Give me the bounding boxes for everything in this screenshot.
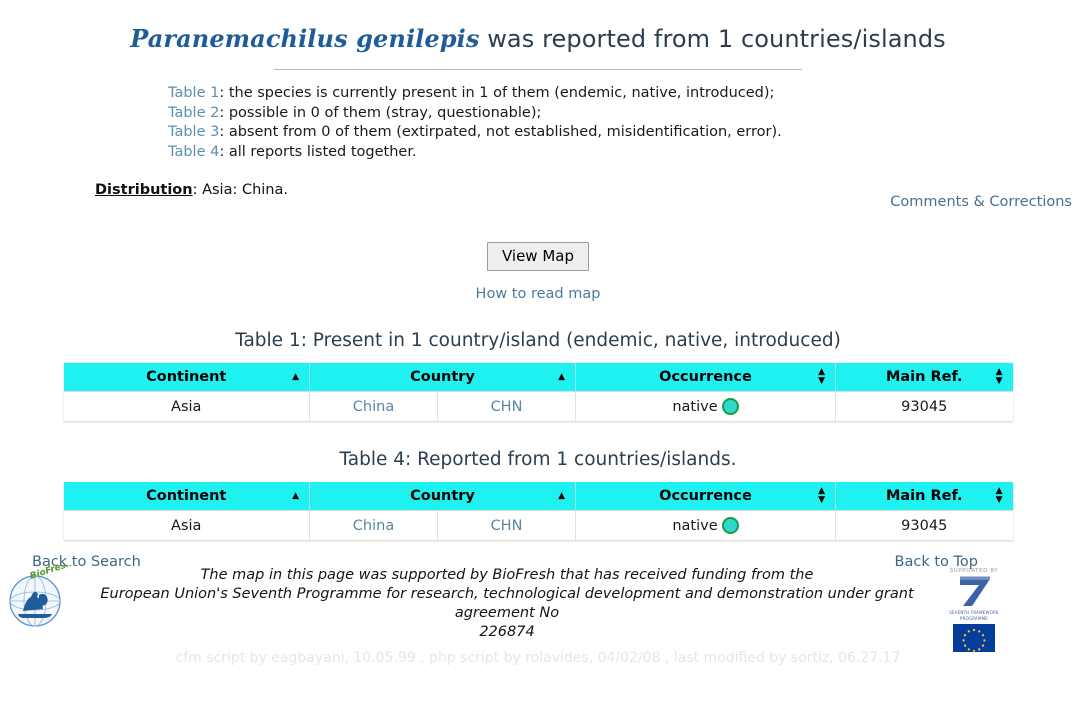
supported-by-logos: SUPPORTED BY SEVENTH FRAMEWORK PROGRAMME xyxy=(938,568,1010,652)
native-circle-icon xyxy=(721,517,739,534)
map-actions: View Map How to read map xyxy=(0,242,1076,302)
table-row: Asia China CHN native 93045 xyxy=(63,391,1013,421)
eu-flag-stars xyxy=(962,628,986,652)
fp7-label-line-1: SEVENTH FRAMEWORK xyxy=(949,610,999,615)
supported-by-label: SUPPORTED BY xyxy=(949,568,999,574)
column-header-continent[interactable]: Continent ▲ xyxy=(63,482,310,511)
cell-occurrence: native xyxy=(575,391,836,421)
species-name: Paranemachilus genilepis xyxy=(130,24,480,53)
fp7-logo-icon xyxy=(960,576,990,606)
legend-text-2: : possible in 0 of them (stray, question… xyxy=(219,104,542,121)
cell-occurrence: native xyxy=(575,510,836,540)
legend-link-table-1[interactable]: Table 1 xyxy=(168,85,219,101)
column-header-main-ref[interactable]: Main Ref. ▲ ▼ xyxy=(835,482,1013,511)
cell-country-code[interactable]: CHN xyxy=(438,511,575,540)
cell-continent: Asia xyxy=(63,391,310,421)
title-divider xyxy=(274,69,802,70)
funding-statement: The map in this page was supported by Bi… xyxy=(62,566,952,642)
table-1-wrapper: Continent ▲ Country ▲ Occurrence ▲ ▼ Mai… xyxy=(63,363,1013,421)
table-legend: Table 1: the species is currently presen… xyxy=(168,84,1076,162)
legend-link-table-2[interactable]: Table 2 xyxy=(168,105,219,121)
column-header-occurrence[interactable]: Occurrence ▲ ▼ xyxy=(575,363,836,392)
legend-line-1: Table 1: the species is currently presen… xyxy=(168,84,1076,104)
legend-line-3: Table 3: absent from 0 of them (extirpat… xyxy=(168,123,1076,143)
eu-flag-icon xyxy=(953,624,995,652)
cell-main-ref[interactable]: 93045 xyxy=(835,391,1013,421)
table-1-caption: Table 1: Present in 1 country/island (en… xyxy=(235,330,841,351)
sort-asc-icon[interactable]: ▲ xyxy=(558,372,565,382)
sort-asc-icon[interactable]: ▲ xyxy=(292,491,299,501)
cell-country-group: China CHN xyxy=(309,391,576,421)
column-header-continent[interactable]: Continent ▲ xyxy=(63,363,310,392)
column-label-country: Country xyxy=(410,488,475,504)
funding-line-2: European Union's Seventh Programme for r… xyxy=(100,586,914,621)
occurrence-label: native xyxy=(672,517,718,534)
native-circle-icon xyxy=(721,398,739,415)
column-label-continent: Continent xyxy=(146,488,227,504)
legend-link-table-3[interactable]: Table 3 xyxy=(168,124,219,140)
script-credits: cfm script by eagbayani, 10.05.99 , php … xyxy=(175,650,901,666)
sort-both-icon[interactable]: ▲ ▼ xyxy=(996,487,1003,505)
fp7-label-line-2: PROGRAMME xyxy=(959,616,989,621)
occurrence-table-4: Continent ▲ Country ▲ Occurrence ▲ ▼ Mai… xyxy=(63,482,1013,540)
column-label-occurrence: Occurrence xyxy=(659,369,752,385)
column-header-country[interactable]: Country ▲ xyxy=(309,363,576,392)
occurrence-table-1: Continent ▲ Country ▲ Occurrence ▲ ▼ Mai… xyxy=(63,363,1013,421)
cell-country-code[interactable]: CHN xyxy=(438,392,575,421)
sort-both-icon[interactable]: ▲ ▼ xyxy=(818,487,825,505)
legend-line-2: Table 2: possible in 0 of them (stray, q… xyxy=(168,104,1076,124)
column-label-country: Country xyxy=(410,369,475,385)
column-header-country[interactable]: Country ▲ xyxy=(309,482,576,511)
distribution-label: Distribution xyxy=(95,182,193,198)
column-header-main-ref[interactable]: Main Ref. ▲ ▼ xyxy=(835,363,1013,392)
occurrence-label: native xyxy=(672,398,718,415)
comments-and-corrections-link[interactable]: Comments & Corrections xyxy=(890,194,1072,210)
column-header-occurrence[interactable]: Occurrence ▲ ▼ xyxy=(575,482,836,511)
sort-asc-icon[interactable]: ▲ xyxy=(292,372,299,382)
cell-country-group: China CHN xyxy=(309,510,576,540)
sort-both-icon[interactable]: ▲ ▼ xyxy=(818,368,825,386)
legend-text-4: : all reports listed together. xyxy=(219,143,417,160)
page-title-rest: was reported from 1 countries/islands xyxy=(479,25,946,53)
column-label-continent: Continent xyxy=(146,369,227,385)
table-header-row: Continent ▲ Country ▲ Occurrence ▲ ▼ Mai… xyxy=(63,363,1013,392)
funding-line-3: 226874 xyxy=(479,624,535,640)
column-label-occurrence: Occurrence xyxy=(659,488,752,504)
view-map-button[interactable]: View Map xyxy=(486,242,590,271)
how-to-read-map-link[interactable]: How to read map xyxy=(0,286,1076,302)
page-footer: BioFresh The map in this page was suppor… xyxy=(0,559,1076,701)
cell-country-name[interactable]: China xyxy=(310,511,438,540)
table-header-row: Continent ▲ Country ▲ Occurrence ▲ ▼ Mai… xyxy=(63,482,1013,511)
page-title: Paranemachilus genilepis was reported fr… xyxy=(0,0,1076,53)
table-row: Asia China CHN native 93045 xyxy=(63,510,1013,540)
cell-main-ref[interactable]: 93045 xyxy=(835,510,1013,540)
legend-text-1: : the species is currently present in 1 … xyxy=(219,85,775,101)
table-4-wrapper: Continent ▲ Country ▲ Occurrence ▲ ▼ Mai… xyxy=(63,482,1013,540)
funding-line-1: The map in this page was supported by Bi… xyxy=(200,567,814,583)
table-4-caption: Table 4: Reported from 1 countries/islan… xyxy=(339,449,737,470)
cell-continent: Asia xyxy=(63,510,310,540)
column-label-main-ref: Main Ref. xyxy=(885,369,963,385)
column-label-main-ref: Main Ref. xyxy=(885,488,963,504)
sort-asc-icon[interactable]: ▲ xyxy=(558,491,565,501)
legend-text-3: : absent from 0 of them (extirpated, not… xyxy=(219,124,782,140)
distribution-value: : Asia: China. xyxy=(192,182,288,198)
sort-both-icon[interactable]: ▲ ▼ xyxy=(996,368,1003,386)
cell-country-name[interactable]: China xyxy=(310,392,438,421)
legend-link-table-4[interactable]: Table 4 xyxy=(168,144,219,160)
legend-line-4: Table 4: all reports listed together. xyxy=(168,143,1076,163)
